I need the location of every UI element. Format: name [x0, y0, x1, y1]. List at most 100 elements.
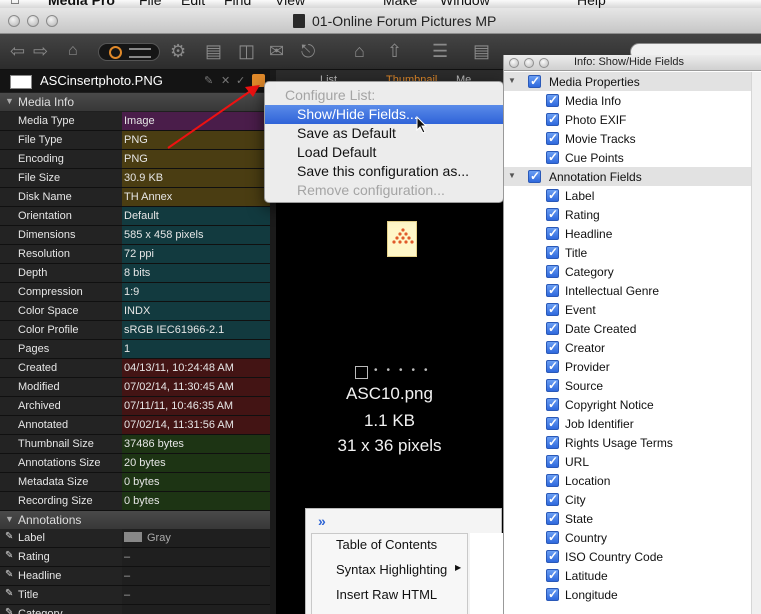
menu-file[interactable]: File: [139, 0, 162, 8]
close-button[interactable]: [8, 15, 20, 27]
field-row-media-properties[interactable]: ▼ Media Properties: [504, 72, 754, 91]
field-row-date-created[interactable]: Date Created: [504, 319, 754, 338]
field-checkbox[interactable]: [546, 359, 559, 373]
field-checkbox[interactable]: [546, 207, 559, 221]
minimize-button[interactable]: [524, 58, 534, 68]
annotation-row-rating[interactable]: ✎ Rating –: [0, 548, 270, 567]
chart-icon[interactable]: ▤: [473, 41, 490, 61]
thumbnail-image[interactable]: [387, 221, 417, 257]
field-row-rights-usage-terms[interactable]: Rights Usage Terms: [504, 433, 754, 452]
back-arrow-icon[interactable]: ⇦: [10, 41, 25, 61]
stamp-icon[interactable]: ⎋: [301, 41, 315, 61]
annotation-row-headline[interactable]: ✎ Headline –: [0, 567, 270, 586]
field-checkbox[interactable]: [546, 435, 559, 449]
field-row-source[interactable]: Source: [504, 376, 754, 395]
menu-item-save-this-configuration-as[interactable]: Save this configuration as...: [265, 162, 503, 181]
apple-icon[interactable]: : [10, 0, 20, 7]
field-row-iso-country-code[interactable]: ISO Country Code: [504, 547, 754, 566]
field-row-creator[interactable]: Creator: [504, 338, 754, 357]
annotation-row-value[interactable]: Gray: [122, 529, 270, 547]
annotation-row-value[interactable]: –: [122, 586, 270, 604]
info-toggle-button[interactable]: [98, 43, 160, 61]
field-checkbox[interactable]: [546, 112, 559, 126]
folder-home-icon[interactable]: ⌂: [354, 41, 365, 61]
disclosure-triangle-icon[interactable]: ▼: [5, 514, 14, 524]
field-checkbox[interactable]: [546, 321, 559, 335]
chevron-right-icon[interactable]: »: [318, 513, 326, 529]
folder-up-icon[interactable]: ⇧: [387, 41, 402, 61]
field-row-intellectual-genre[interactable]: Intellectual Genre: [504, 281, 754, 300]
field-row-country[interactable]: Country: [504, 528, 754, 547]
menu-window[interactable]: Window: [440, 0, 490, 8]
rating-dots[interactable]: •••••: [374, 365, 437, 376]
zoom-button[interactable]: [46, 15, 58, 27]
field-checkbox[interactable]: [528, 169, 541, 183]
field-row-longitude[interactable]: Longitude: [504, 585, 754, 604]
menu-make[interactable]: Make: [383, 0, 417, 8]
annotation-row-value[interactable]: –: [122, 567, 270, 585]
field-row-city[interactable]: City: [504, 490, 754, 509]
select-checkbox[interactable]: [355, 366, 368, 379]
field-checkbox[interactable]: [546, 454, 559, 468]
field-checkbox[interactable]: [546, 492, 559, 506]
mail-icon[interactable]: ✉: [269, 41, 284, 61]
gear-icon[interactable]: ⚙: [170, 41, 186, 61]
annotation-row-value[interactable]: [122, 605, 270, 614]
field-checkbox[interactable]: [546, 245, 559, 259]
menu-help[interactable]: Help: [577, 0, 606, 8]
section-annotations[interactable]: ▼ Annotations: [0, 511, 270, 529]
disclosure-triangle-icon[interactable]: ▼: [508, 76, 516, 85]
menu-item-load-default[interactable]: Load Default: [265, 143, 503, 162]
field-row-category[interactable]: Category: [504, 262, 754, 281]
annotation-row-title[interactable]: ✎ Title –: [0, 586, 270, 605]
field-row-rating[interactable]: Rating: [504, 205, 754, 224]
field-row-url[interactable]: URL: [504, 452, 754, 471]
field-row-location[interactable]: Location: [504, 471, 754, 490]
field-checkbox[interactable]: [546, 264, 559, 278]
annotation-row-value[interactable]: –: [122, 548, 270, 566]
field-checkbox[interactable]: [528, 74, 541, 88]
field-row-headline[interactable]: Headline: [504, 224, 754, 243]
annotation-row-category[interactable]: ✎ Category: [0, 605, 270, 614]
field-checkbox[interactable]: [546, 511, 559, 525]
field-row-movie-tracks[interactable]: Movie Tracks: [504, 129, 754, 148]
fields-scrollbar[interactable]: [751, 72, 761, 614]
home-icon[interactable]: ⌂: [68, 41, 78, 61]
field-row-photo-exif[interactable]: Photo EXIF: [504, 110, 754, 129]
field-checkbox[interactable]: [546, 150, 559, 164]
field-checkbox[interactable]: [546, 587, 559, 601]
field-checkbox[interactable]: [546, 93, 559, 107]
field-checkbox[interactable]: [546, 226, 559, 240]
field-checkbox[interactable]: [546, 568, 559, 582]
field-row-event[interactable]: Event: [504, 300, 754, 319]
forward-arrow-icon[interactable]: ⇨: [33, 41, 48, 61]
field-row-copyright-notice[interactable]: Copyright Notice: [504, 395, 754, 414]
field-row-media-info[interactable]: Media Info: [504, 91, 754, 110]
field-checkbox[interactable]: [546, 397, 559, 411]
disclosure-triangle-icon[interactable]: ▼: [5, 96, 14, 106]
annotation-row-label[interactable]: ✎ Label Gray: [0, 529, 270, 548]
zoom-button[interactable]: [539, 58, 549, 68]
field-checkbox[interactable]: [546, 416, 559, 430]
field-checkbox[interactable]: [546, 549, 559, 563]
disclosure-triangle-icon[interactable]: ▼: [508, 171, 516, 180]
menu-item-save-as-default[interactable]: Save as Default: [265, 124, 503, 143]
minimize-button[interactable]: [27, 15, 39, 27]
close-button[interactable]: [509, 58, 519, 68]
inspect-icon[interactable]: ▤: [205, 41, 222, 61]
menu-view[interactable]: View: [275, 0, 305, 8]
menu-find[interactable]: Find: [224, 0, 251, 8]
field-checkbox[interactable]: [546, 188, 559, 202]
field-checkbox[interactable]: [546, 530, 559, 544]
field-checkbox[interactable]: [546, 473, 559, 487]
menu-edit[interactable]: Edit: [181, 0, 205, 8]
field-row-state[interactable]: State: [504, 509, 754, 528]
menu-item-syntax-highlighting[interactable]: Syntax Highlighting: [336, 562, 447, 577]
field-row-latitude[interactable]: Latitude: [504, 566, 754, 585]
field-row-label[interactable]: Label: [504, 186, 754, 205]
field-row-cue-points[interactable]: Cue Points: [504, 148, 754, 167]
menu-item-show-hide-fields[interactable]: Show/Hide Fields...: [265, 105, 503, 124]
menu-app[interactable]: Media Pro: [48, 0, 115, 8]
field-checkbox[interactable]: [546, 340, 559, 354]
field-checkbox[interactable]: [546, 131, 559, 145]
